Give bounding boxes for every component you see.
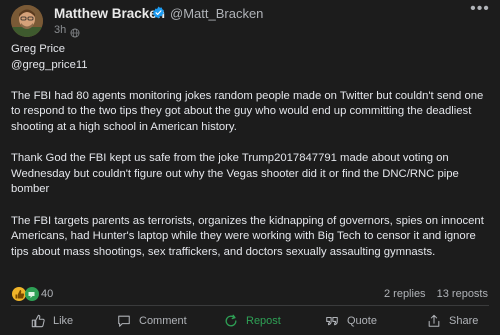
quoted-name: Greg Price [11,43,65,55]
action-bar: Like Comment Repost Quote Share [0,308,500,334]
reaction-count[interactable]: 40 [41,288,53,300]
author-handle[interactable]: @Matt_Bracken [170,6,263,21]
globe-icon [70,25,80,38]
verified-badge-icon [152,6,165,19]
post-body: Greg Price @greg_price11 The FBI had 80 … [11,42,489,260]
divider [11,305,489,306]
repost-arrows-icon [225,314,237,327]
avatar[interactable] [11,5,43,37]
thumbs-up-icon [31,314,45,328]
paragraph: The FBI had 80 agents monitoring jokes r… [11,89,484,133]
paragraph: The FBI targets parents as terrorists, o… [11,214,484,258]
quote-label: Quote [347,315,377,327]
comment-bubble-icon [118,315,130,327]
like-label: Like [53,315,74,327]
quote-button[interactable]: Quote [325,310,377,332]
replies-count[interactable]: 2 replies [384,288,426,300]
more-options-icon[interactable]: ••• [468,1,492,22]
share-label: Share [449,315,479,327]
quoted-handle: @greg_price11 [11,58,88,71]
share-icon [428,314,440,327]
comment-label: Comment [139,315,187,327]
author-name[interactable]: Matthew Bracken [54,6,165,21]
comment-button[interactable]: Comment [117,310,187,332]
like-button[interactable]: Like [31,310,73,332]
paragraph: Thank God the FBI kept us safe from the … [11,152,459,196]
repost-button[interactable]: Repost [224,310,281,332]
reposts-count[interactable]: 13 reposts [437,288,488,300]
post-time[interactable]: 3h [54,24,66,36]
quote-icon [326,316,338,326]
repost-label: Repost [246,315,281,327]
post-stats: 2 replies 13 reposts [376,288,488,300]
share-button[interactable]: Share [427,310,478,332]
post-card: Matthew Bracken @Matt_Bracken 3h ••• Gre… [0,0,500,335]
